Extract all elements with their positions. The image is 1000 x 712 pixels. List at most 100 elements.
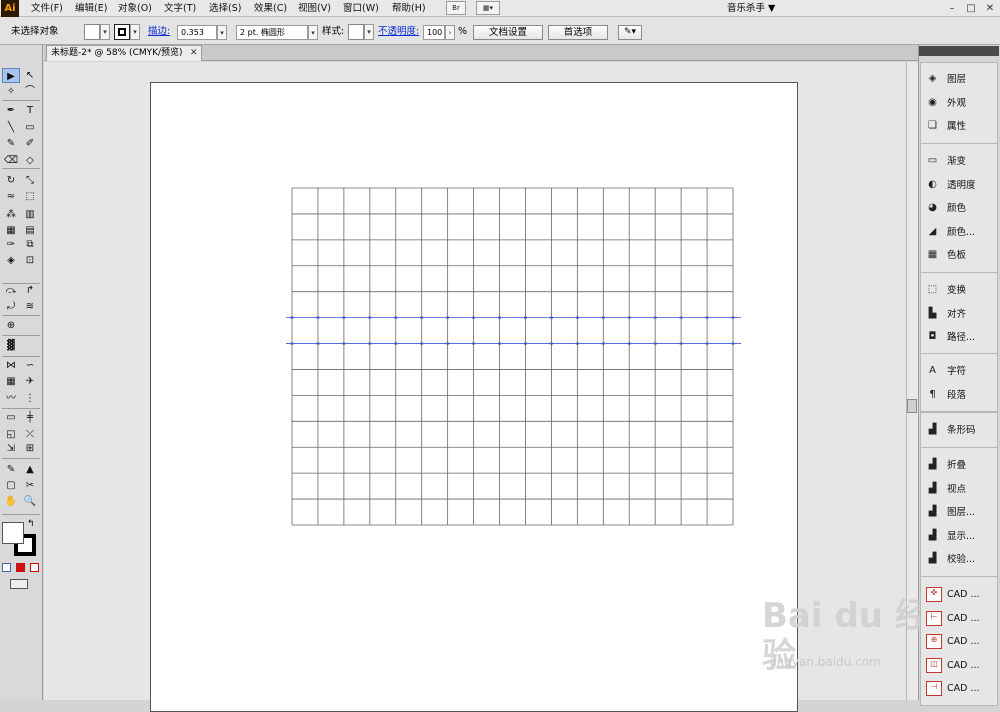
anchor-point[interactable] <box>290 342 294 345</box>
panel-item-gradient[interactable]: ▭ 渐变 <box>922 150 998 173</box>
eraser-tool[interactable]: ◇ <box>21 153 39 168</box>
menu-type[interactable]: 文字(T) <box>164 0 196 17</box>
panel-item-layer2[interactable]: ▟ 图层... <box>922 501 998 524</box>
screen-mode-icon[interactable] <box>10 579 28 589</box>
menu-edit[interactable]: 编辑(E) <box>75 0 107 17</box>
crop-marks-tool[interactable]: ⊕ <box>2 318 20 333</box>
pencil-tool[interactable]: ✐ <box>21 136 39 151</box>
document-tab[interactable]: 未标题-2* @ 58% (CMYK/预览) <box>46 45 202 61</box>
panel-item-cad[interactable]: ◫ CAD ... <box>922 654 998 677</box>
anchor-point[interactable] <box>420 342 424 345</box>
anchor-point[interactable] <box>679 342 683 345</box>
panel-item-check[interactable]: ▟ 校验... <box>922 548 998 571</box>
anchor-point[interactable] <box>731 342 735 345</box>
anchor-point[interactable] <box>498 342 502 345</box>
paintbrush-tool[interactable]: ✎ <box>2 136 20 151</box>
brush-definition-field[interactable]: 2 pt. 椭圆形 <box>236 25 308 40</box>
opacity-label-link[interactable]: 不透明度: <box>378 25 419 39</box>
stroke-label-link[interactable]: 描边: <box>148 25 170 39</box>
stroke-dropdown[interactable]: ▾ <box>130 24 140 40</box>
restore-button[interactable]: □ <box>962 0 980 17</box>
anchor-point[interactable] <box>342 342 346 345</box>
menu-file[interactable]: 文件(F) <box>31 0 63 17</box>
plugin-tool-e[interactable]: ▓ <box>2 338 20 353</box>
anchor-point[interactable] <box>446 316 450 319</box>
anchor-point[interactable] <box>575 316 579 319</box>
control-panel-menu-icon[interactable]: ✎▾ <box>618 25 642 40</box>
bridge-button[interactable]: Br <box>446 1 466 15</box>
plugin-tool-k[interactable]: ⋮ <box>21 391 39 406</box>
panel-item-pathfinder[interactable]: ◘ 路径... <box>922 326 998 349</box>
anchor-point[interactable] <box>705 342 709 345</box>
panel-item-cad[interactable]: ⊕ CAD ... <box>922 630 998 653</box>
lasso-tool[interactable]: ⌒ <box>21 84 39 99</box>
plugin-tool-n[interactable]: ◱ <box>2 427 20 442</box>
panel-item-transform[interactable]: ⬚ 变换 <box>922 279 998 302</box>
blob-brush-tool[interactable]: ⌫ <box>2 153 20 168</box>
minimize-button[interactable]: – <box>943 0 961 17</box>
slice-tool[interactable]: ✂ <box>21 478 39 493</box>
live-paint-selection-tool[interactable]: ⊡ <box>21 253 39 268</box>
panel-item-cad[interactable]: ⊢ CAD ... <box>922 607 998 630</box>
column-graph-tool[interactable]: ▥ <box>21 207 39 222</box>
opacity-dropdown[interactable]: › <box>445 25 455 40</box>
anchor-point[interactable] <box>420 316 424 319</box>
anchor-point[interactable] <box>394 342 398 345</box>
plugin-tool-j[interactable]: 〰 <box>2 391 20 406</box>
plugin-tool-p[interactable]: ⇲ <box>2 441 20 456</box>
line-tool[interactable]: ╲ <box>2 120 20 135</box>
symbol-sprayer-tool[interactable]: ⁂ <box>2 207 20 222</box>
plugin-tool-r[interactable]: ✎ <box>2 462 20 477</box>
scale-tool[interactable]: ⤡ <box>21 173 39 188</box>
close-tab-icon[interactable]: ✕ <box>190 45 200 61</box>
free-transform-tool[interactable]: ⬚ <box>21 189 39 204</box>
fill-color-box[interactable] <box>2 522 24 544</box>
anchor-point[interactable] <box>342 316 346 319</box>
plugin-tool-o[interactable]: ⤫ <box>21 427 39 442</box>
swap-fill-stroke-icon[interactable]: ↰ <box>27 519 35 529</box>
anchor-point[interactable] <box>627 342 631 345</box>
none-mode-icon[interactable] <box>30 563 39 572</box>
preferences-button[interactable]: 首选项 <box>548 25 608 40</box>
document-setup-button[interactable]: 文档设置 <box>473 25 543 40</box>
anchor-point[interactable] <box>705 316 709 319</box>
anchor-point[interactable] <box>731 316 735 319</box>
plugin-tool-m[interactable]: ╪ <box>21 410 39 425</box>
warp-tool[interactable]: ≈ <box>2 189 20 204</box>
plugin-tool-i[interactable]: ✈ <box>21 374 39 389</box>
zoom-tool[interactable]: 🔍 <box>21 494 39 509</box>
panel-item-barcode[interactable]: ▟ 条形码 <box>922 419 998 442</box>
panel-item-display[interactable]: ▟ 显示... <box>922 525 998 548</box>
fill-swatch[interactable] <box>84 24 100 40</box>
stroke-weight-field[interactable]: 0.353 <box>177 25 217 40</box>
gradient-tool[interactable]: ▤ <box>21 223 39 238</box>
graphic-style-swatch[interactable] <box>348 24 364 40</box>
panel-item-attributes[interactable]: ❏ 属性 <box>922 115 998 138</box>
anchor-point[interactable] <box>446 342 450 345</box>
panel-item-layers[interactable]: ◈ 图层 <box>922 68 998 91</box>
gradient-mode-icon[interactable] <box>16 563 25 572</box>
arrange-documents-button[interactable]: ▦▾ <box>476 1 500 15</box>
panel-item-paragraph[interactable]: ¶ 段落 <box>922 384 998 407</box>
selection-tool[interactable]: ▶ <box>2 68 20 83</box>
anchor-point[interactable] <box>472 342 476 345</box>
plugin-tool-g[interactable]: ∽ <box>21 358 39 373</box>
anchor-point[interactable] <box>368 342 372 345</box>
eyedropper-tool[interactable]: ✑ <box>2 237 20 252</box>
graphic-style-dropdown[interactable]: ▾ <box>364 24 374 40</box>
plugin-tool-c[interactable]: ⤾ <box>2 299 20 314</box>
panel-item-color[interactable]: ◕ 颜色 <box>922 197 998 220</box>
panel-item-character[interactable]: A 字符 <box>922 360 998 383</box>
brush-dropdown[interactable]: ▾ <box>308 25 318 40</box>
anchor-point[interactable] <box>653 316 657 319</box>
anchor-point[interactable] <box>549 316 553 319</box>
panel-item-align[interactable]: ▙ 对齐 <box>922 303 998 326</box>
blend-tool[interactable]: ⧉ <box>21 237 39 252</box>
stroke-swatch[interactable] <box>114 24 130 40</box>
fill-dropdown[interactable]: ▾ <box>100 24 110 40</box>
artboard-tool[interactable]: ▢ <box>2 478 20 493</box>
magic-wand-tool[interactable]: ✧ <box>2 84 20 99</box>
anchor-point[interactable] <box>472 316 476 319</box>
menu-object[interactable]: 对象(O) <box>118 0 152 17</box>
panel-dock-header[interactable] <box>919 46 999 56</box>
